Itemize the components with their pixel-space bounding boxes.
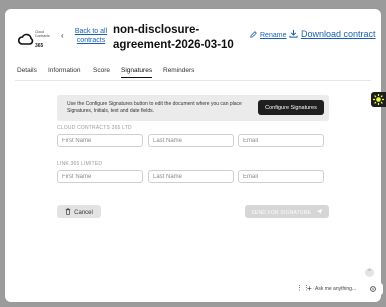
party-label-cloud-contracts: CLOUD CONTRACTS 365 LTD (57, 125, 132, 131)
tab-details[interactable]: Details (17, 67, 37, 74)
logo-number: 365 (35, 43, 44, 49)
tab-score[interactable]: Score (93, 67, 110, 74)
party1-first-name-input[interactable] (57, 134, 143, 147)
send-icon (316, 208, 322, 214)
cancel-button[interactable]: Cancel (57, 205, 101, 218)
party2-last-name-input[interactable] (148, 170, 234, 183)
party2-first-name-input[interactable] (57, 170, 143, 183)
download-icon (289, 29, 298, 38)
info-banner: Use the Configure Signatures button to e… (57, 95, 329, 121)
download-label: Download contract (301, 29, 376, 39)
tab-bar: Details Information Score Signatures Rem… (15, 64, 371, 81)
page-title: non-disclosure-agreement-2026-03-10 (113, 24, 234, 51)
send-for-signature-button[interactable]: SEND FOR SIGNATURE (245, 205, 329, 218)
tab-reminders[interactable]: Reminders (163, 67, 194, 74)
contract-modal: Cloud Contracts 365 ‹ Back to all contra… (5, 9, 381, 302)
info-text: Use the Configure Signatures button to e… (67, 101, 242, 114)
settings-icon[interactable] (369, 285, 377, 293)
ask-assistant-bar[interactable]: ⋮⋮ + Ask me anything... (293, 283, 383, 295)
party-label-link-365: LINK 365 LIMITED (57, 161, 103, 167)
download-contract-link[interactable]: Download contract (289, 29, 376, 39)
plus-icon[interactable]: + (307, 284, 312, 293)
chevron-left-icon: ‹ (61, 31, 64, 40)
side-widget-tab[interactable] (371, 92, 386, 107)
modal-header: Cloud Contracts 365 ‹ Back to all contra… (5, 9, 381, 65)
cancel-label: Cancel (74, 209, 93, 216)
pencil-icon (250, 31, 257, 38)
sun-icon (373, 94, 384, 105)
party1-email-input[interactable] (238, 134, 324, 147)
rename-link[interactable]: Rename (250, 31, 286, 39)
party1-last-name-input[interactable] (148, 134, 234, 147)
ask-input[interactable]: Ask me anything... (315, 286, 356, 292)
cloud-logo-icon (18, 33, 34, 45)
party2-email-input[interactable] (238, 170, 324, 183)
configure-signatures-button[interactable]: Configure Signatures (258, 100, 324, 115)
send-label: SEND FOR SIGNATURE (251, 209, 312, 216)
trash-icon (65, 208, 71, 215)
rename-label: Rename (260, 32, 287, 39)
company-logo: Cloud Contracts 365 (18, 29, 56, 53)
tab-information[interactable]: Information (48, 67, 81, 74)
back-to-contracts-link[interactable]: Back to all contracts (73, 27, 109, 45)
tab-signatures[interactable]: Signatures (121, 67, 153, 78)
logo-text: Cloud Contracts (35, 30, 50, 38)
scroll-to-top-button[interactable]: ⌃ (365, 268, 374, 277)
chevron-up-icon: ⌃ (367, 269, 372, 275)
